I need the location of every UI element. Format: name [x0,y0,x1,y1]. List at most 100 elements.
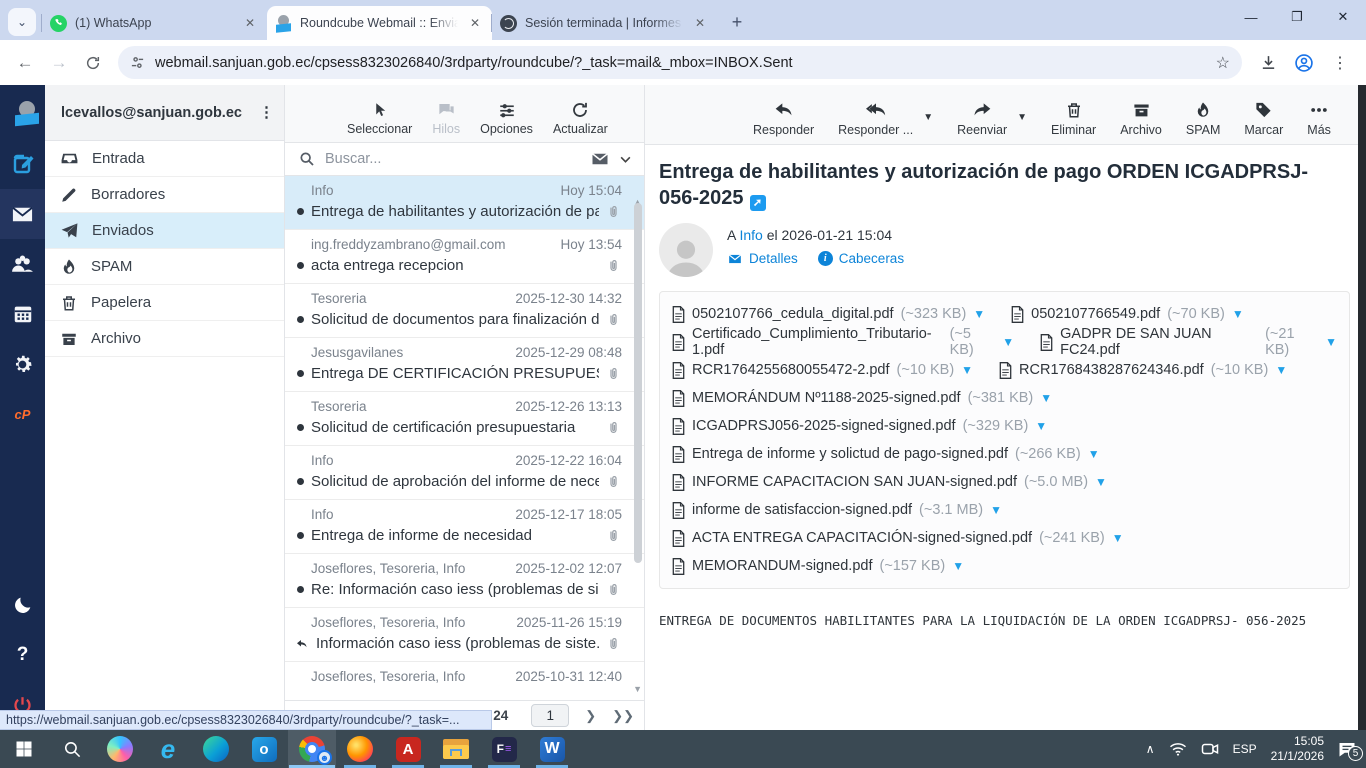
attachment-menu-caret-icon[interactable]: ▼ [1325,335,1337,349]
attachment-name[interactable]: Certificado_Cumplimiento_Tributario-1.pd… [692,326,943,358]
taskbar-word-button[interactable]: W [528,730,576,768]
sidebar-item-enviados[interactable]: Enviados [45,213,284,249]
attachment-menu-caret-icon[interactable]: ▼ [1002,335,1014,349]
tab-whatsapp[interactable]: (1) WhatsApp ✕ [41,6,267,40]
mark-button[interactable]: Marcar [1244,100,1283,137]
message-list-item[interactable]: Info Hoy 15:04 Entrega de habilitantes y a… [285,176,644,230]
more-button[interactable]: Más [1307,100,1331,137]
contacts-nav-button[interactable] [0,239,45,289]
attachment-name[interactable]: Entrega de informe y solictud de pago-si… [692,446,1008,462]
tray-clock[interactable]: 15:05 21/1/2026 [1271,734,1324,764]
search-input[interactable]: Buscar... [325,151,581,167]
sidebar-item-entrada[interactable]: Entrada [45,141,284,177]
attachment-menu-caret-icon[interactable]: ▼ [1112,531,1124,545]
forward-caret-icon[interactable]: ▼ [1017,112,1027,123]
reply-all-caret-icon[interactable]: ▼ [923,112,933,123]
options-button[interactable]: Opciones [480,101,533,136]
restore-button[interactable]: ❐ [1274,0,1320,34]
taskbar-search-button[interactable] [48,730,96,768]
bookmark-star-icon[interactable]: ☆ [1216,53,1230,73]
attachment-menu-caret-icon[interactable]: ▼ [1088,447,1100,461]
recipient-link[interactable]: Info [739,227,762,243]
sidebar-item-papelera[interactable]: Papelera [45,285,284,321]
attachment-name[interactable]: INFORME CAPACITACION SAN JUAN-signed.pdf [692,474,1017,490]
attachment-menu-caret-icon[interactable]: ▼ [1040,391,1052,405]
archive-button[interactable]: Archivo [1120,100,1162,137]
attachment-link[interactable]: MEMORANDUM-signed.pdf (~157 KB) ▼ [672,557,964,575]
attachment-link[interactable]: 0502107766_cedula_digital.pdf (~323 KB) ▼ [672,305,985,323]
forward-button[interactable]: → [44,48,74,78]
wifi-icon[interactable] [1169,742,1187,756]
taskbar-explorer-button[interactable] [432,730,480,768]
minimize-button[interactable]: — [1228,0,1274,34]
back-button[interactable]: ← [10,48,40,78]
notifications-button[interactable]: 5 [1338,741,1363,761]
sidebar-item-borradores[interactable]: Borradores [45,177,284,213]
message-list-item[interactable]: Joseflores, Tesoreria, Info 2025-12-02 12… [285,554,644,608]
address-bar[interactable]: webmail.sanjuan.gob.ec/cpsess8323026840/… [118,46,1242,79]
close-button[interactable]: ✕ [1320,0,1366,34]
account-menu-icon[interactable]: ⋮ [259,105,274,120]
message-list-item[interactable]: Tesoreria 2025-12-26 13:13 Solicitud de ce… [285,392,644,446]
attachment-menu-caret-icon[interactable]: ▼ [990,503,1002,517]
site-info-icon[interactable] [130,55,145,70]
search-scope-mail-icon[interactable] [591,150,609,168]
reply-button[interactable]: Responder [753,100,814,137]
forward-button[interactable]: Reenviar [957,100,1007,137]
headers-toggle[interactable]: i Cabeceras [817,251,904,266]
attachment-link[interactable]: RCR1768438287624346.pdf (~10 KB) ▼ [999,361,1287,379]
page-scrollbar[interactable] [1358,85,1366,730]
search-bar[interactable]: Buscar... [285,143,644,176]
message-list-item[interactable]: Info 2025-12-17 18:05 Entrega de informe d… [285,500,644,554]
taskbar-chrome-button[interactable]: ☻ [288,730,336,768]
tab-close-icon[interactable]: ✕ [466,14,484,32]
reload-button[interactable] [78,48,108,78]
reply-all-button[interactable]: Responder ... [838,100,913,137]
tab-search-button[interactable]: ⌄ [8,8,36,36]
attachment-name[interactable]: GADPR DE SAN JUAN FC24.pdf [1060,326,1258,358]
tab-session[interactable]: Sesión terminada | Informes Me ✕ [491,6,717,40]
message-list-item[interactable]: ing.freddyzambrano@gmail.com Hoy 13:54 act… [285,230,644,284]
taskbar-firefox-button[interactable] [336,730,384,768]
attachment-name[interactable]: RCR1768438287624346.pdf [1019,362,1204,378]
spam-button[interactable]: SPAM [1186,100,1220,137]
select-button[interactable]: Seleccionar [347,101,412,136]
attachment-menu-caret-icon[interactable]: ▼ [952,559,964,573]
delete-button[interactable]: Eliminar [1051,100,1096,137]
attachment-link[interactable]: 0502107766549.pdf (~70 KB) ▼ [1011,305,1244,323]
taskbar-fs-app-button[interactable]: F ≡ [480,730,528,768]
scroll-down-icon[interactable]: ▼ [633,684,642,694]
message-list-item[interactable]: Jesusgavilanes 2025-12-29 08:48 Entrega DE… [285,338,644,392]
attachment-name[interactable]: 0502107766_cedula_digital.pdf [692,306,894,322]
attachment-menu-caret-icon[interactable]: ▼ [1275,363,1287,377]
keyboard-language[interactable]: ESP [1233,742,1257,756]
message-list-item[interactable]: Tesoreria 2025-12-30 14:32 Solicitud de do… [285,284,644,338]
next-page-icon[interactable]: ❯ [585,708,596,724]
new-tab-button[interactable]: + [723,8,751,36]
attachment-menu-caret-icon[interactable]: ▼ [961,363,973,377]
taskbar-ie-button[interactable]: e [144,730,192,768]
attachment-link[interactable]: MEMORÁNDUM Nº1188-2025-signed.pdf (~381 K… [672,389,1052,407]
refresh-button[interactable]: Actualizar [553,101,608,136]
last-page-icon[interactable]: ❯❯ [612,708,634,724]
page-number-input[interactable]: 1 [531,704,570,727]
settings-gear-icon[interactable] [0,339,45,389]
start-button[interactable] [0,730,48,768]
attachment-menu-caret-icon[interactable]: ▼ [1095,475,1107,489]
message-list-item[interactable]: Info 2025-12-22 16:04 Solicitud de aprobac… [285,446,644,500]
mail-nav-button[interactable] [0,189,45,239]
attachment-link[interactable]: informe de satisfaccion-signed.pdf (~3.1 … [672,501,1002,519]
taskbar-acrobat-button[interactable]: A [384,730,432,768]
tab-close-icon[interactable]: ✕ [241,14,259,32]
attachment-name[interactable]: MEMORÁNDUM Nº1188-2025-signed.pdf [692,390,961,406]
calendar-nav-button[interactable] [0,289,45,339]
taskbar-edge-button[interactable] [192,730,240,768]
attachment-link[interactable]: GADPR DE SAN JUAN FC24.pdf (~21 KB) ▼ [1040,326,1337,358]
taskbar-copilot-button[interactable] [96,730,144,768]
details-toggle[interactable]: Detalles [727,251,798,266]
attachment-menu-caret-icon[interactable]: ▼ [1035,419,1047,433]
search-options-chevron-icon[interactable] [619,153,632,166]
help-icon[interactable]: ? [0,630,45,680]
cpanel-icon[interactable]: cP [0,389,45,439]
attachment-link[interactable]: INFORME CAPACITACION SAN JUAN-signed.pdf… [672,473,1107,491]
